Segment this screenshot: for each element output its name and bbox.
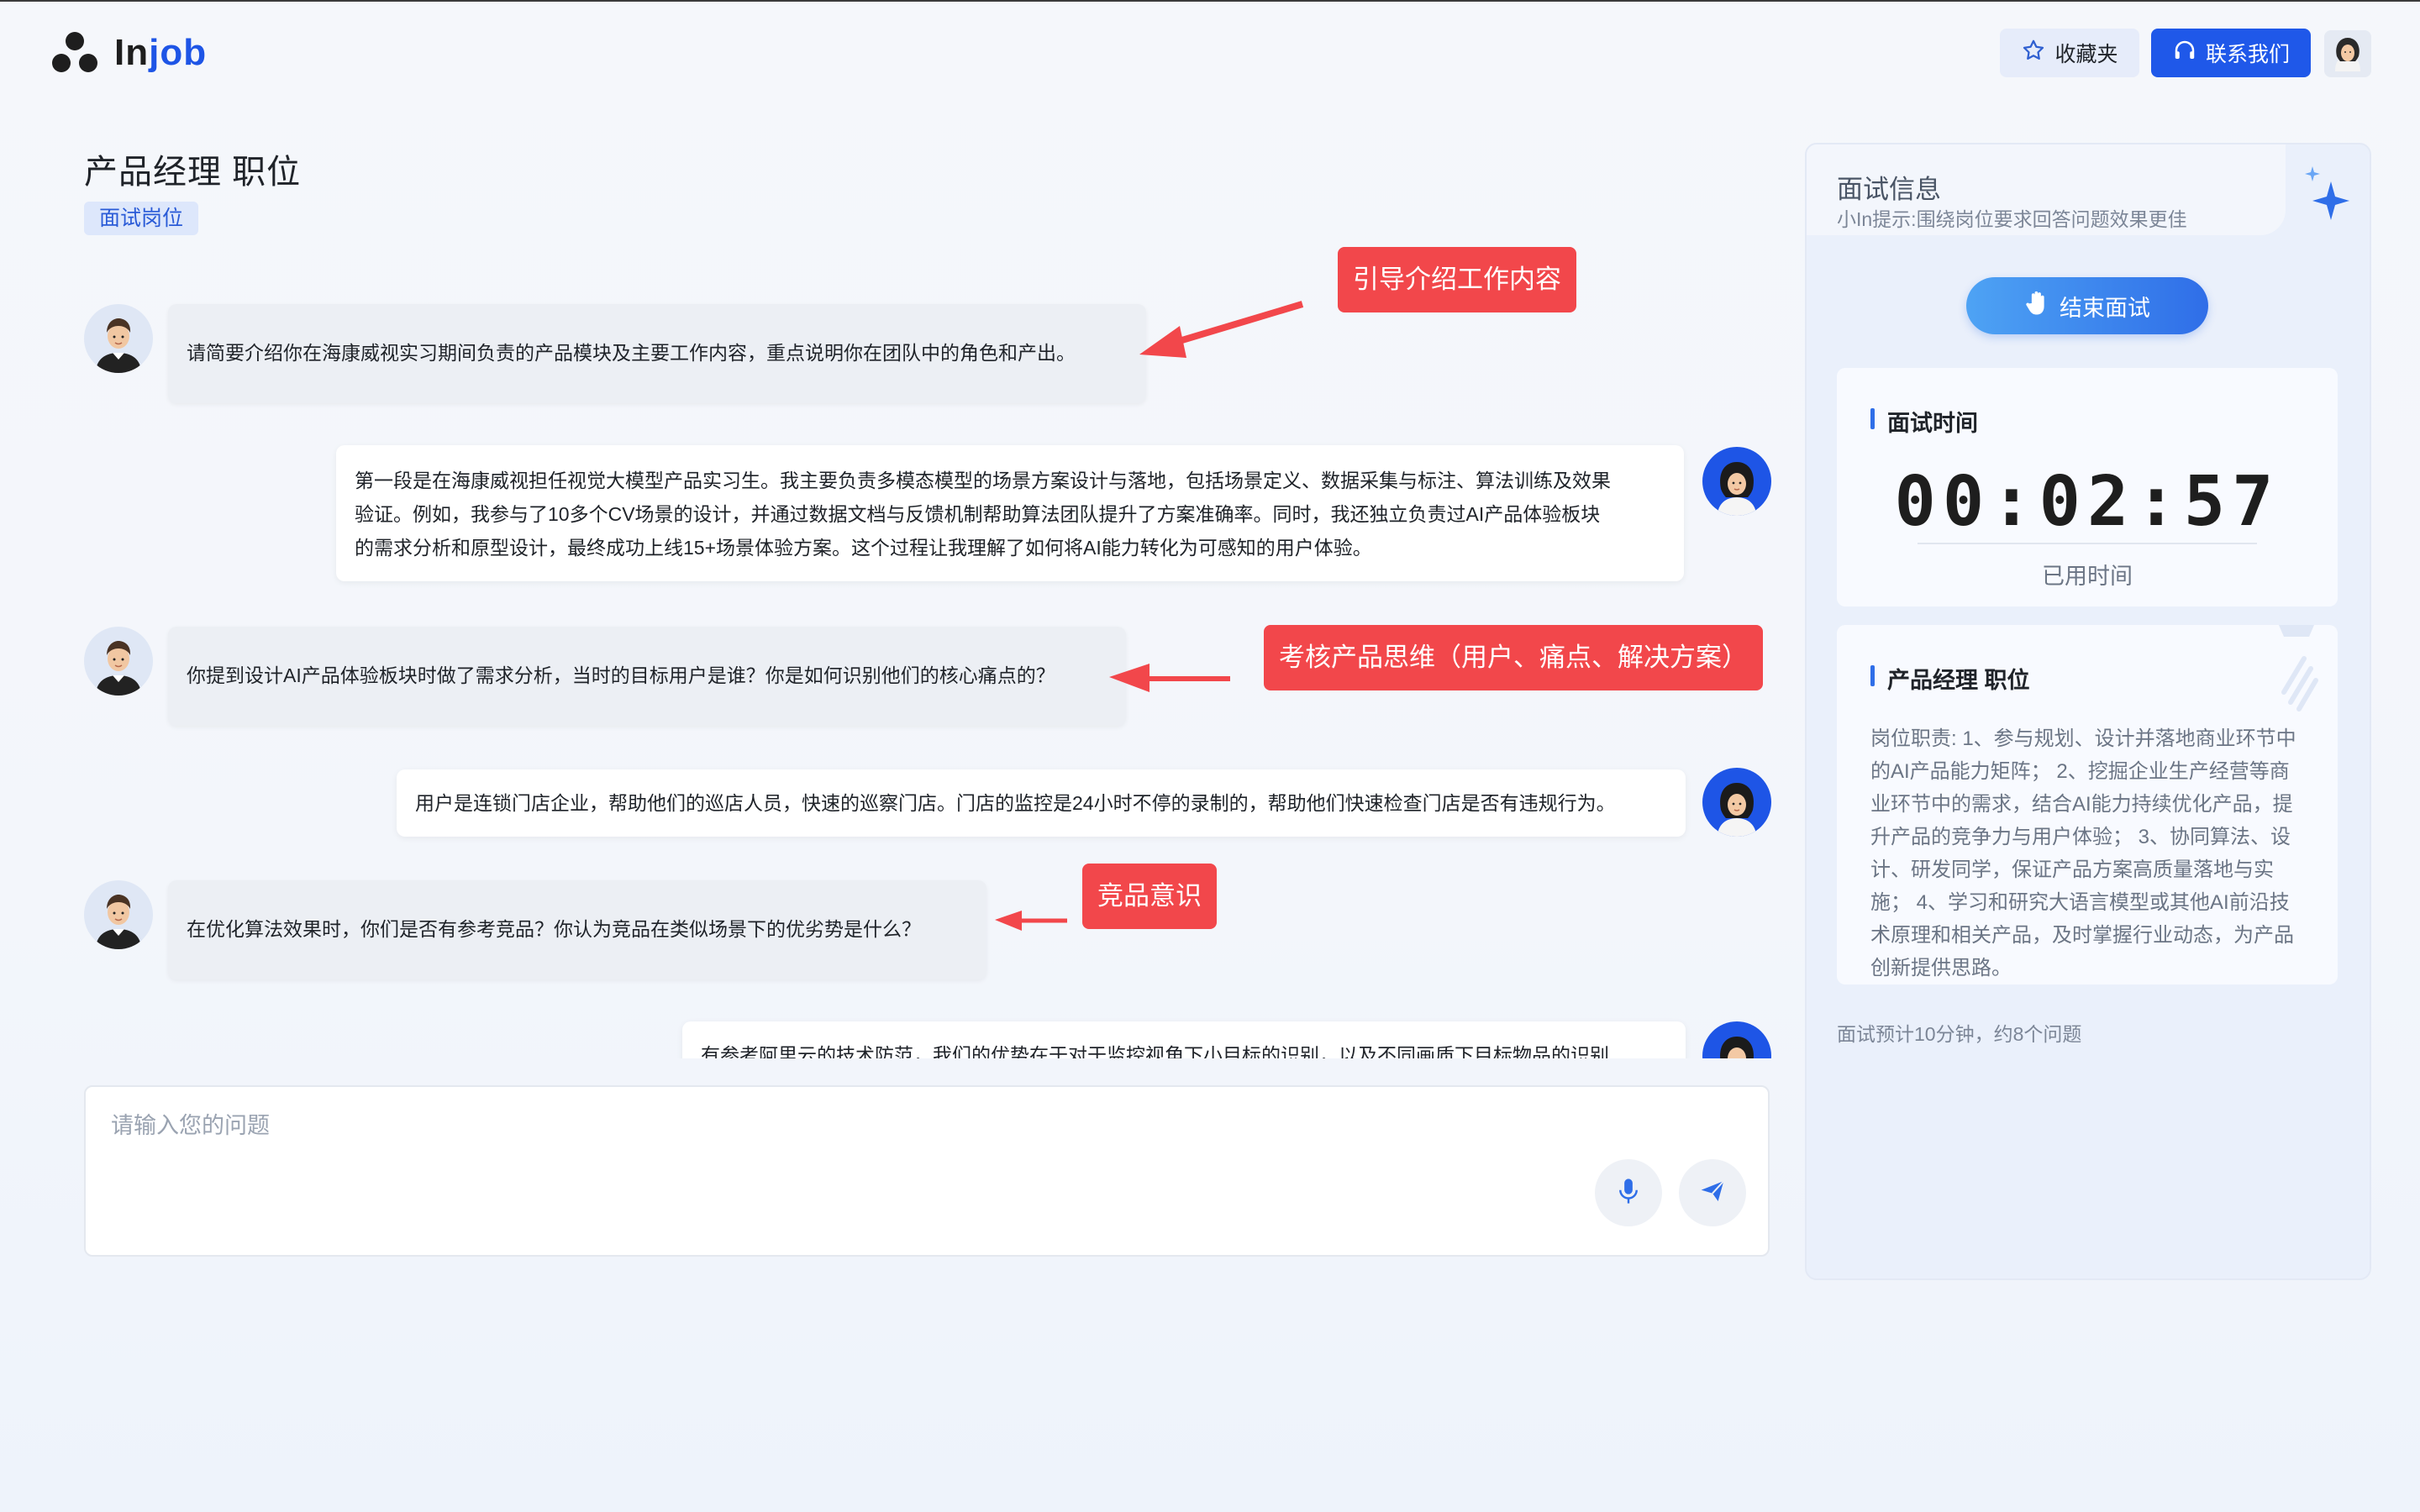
interviewer-message: 在优化算法效果时，你们是否有参考竞品？你认为竞品在类似场景下的优劣势是什么？: [168, 880, 986, 979]
contact-us-button[interactable]: 联系我们: [2151, 29, 2311, 77]
interviewer-avatar: [84, 627, 153, 696]
top-border: [0, 0, 2420, 2]
candidate-avatar: [1702, 1021, 1771, 1058]
question-input[interactable]: 请输入您的问题: [84, 1085, 1770, 1257]
interviewer-message: 请简要介绍你在海康威视实习期间负责的产品模块及主要工作内容，重点说明你在团队中的…: [168, 304, 1146, 403]
favorites-button[interactable]: 收藏夹: [2000, 29, 2139, 77]
send-icon: [1699, 1178, 1726, 1209]
sparkle-icon: [2302, 166, 2353, 226]
annotation-arrow: [1109, 664, 1230, 692]
interviewer-avatar: [84, 880, 153, 949]
mic-icon: [1616, 1177, 1641, 1210]
end-interview-label: 结束面试: [2060, 295, 2150, 321]
logo-text-job: job: [149, 32, 208, 73]
annotation-arrow: [1139, 301, 1304, 358]
interviewer-avatar: [84, 304, 153, 373]
panel-hint: 小In提示:围绕岗位要求回答问题效果更佳: [1837, 208, 2187, 230]
annotation-label: 竞品意识: [1082, 864, 1217, 929]
position-tag: 面试岗位: [84, 202, 199, 235]
user-avatar[interactable]: [2324, 30, 2371, 77]
logo-text-in: In: [114, 32, 150, 73]
favorites-label: 收藏夹: [2054, 43, 2118, 66]
candidate-message: 有参考阿里云的技术防范，我们的优势在于对于监控视角下小目标的识别，以及不同画质下…: [682, 1021, 1686, 1058]
annotation-arrow: [995, 911, 1067, 931]
logo-text: Injob: [114, 32, 207, 74]
hand-icon: [2024, 290, 2049, 323]
contact-us-label: 联系我们: [2205, 43, 2290, 66]
panel-header: 面试信息 小In提示:围绕岗位要求回答问题效果更佳: [1807, 144, 2286, 235]
logo-mark-icon: [52, 32, 97, 74]
candidate-message: 用户是连锁门店企业，帮助他们的巡店人员，快速的巡察门店。门店的监控是24小时不停…: [397, 769, 1686, 837]
star-icon: [2021, 38, 2046, 69]
timer-divider: [1918, 543, 2257, 544]
job-responsibilities: 岗位职责: 1、参与规划、设计并落地商业环节中的AI产品能力矩阵； 2、挖掘企业…: [1870, 727, 2296, 979]
timer-label: 已用时间: [2042, 564, 2133, 589]
annotation-label: 考核产品思维（用户、痛点、解决方案）: [1264, 625, 1763, 690]
voice-input-button[interactable]: [1595, 1159, 1662, 1226]
interviewer-message: 你提到设计AI产品体验板块时做了需求分析，当时的目标用户是谁？你是如何识别他们的…: [168, 627, 1126, 726]
logo[interactable]: Injob: [52, 32, 207, 74]
candidate-message-line: 的需求分析和原型设计，最终成功上线15+场景体验方案。这个过程让我理解了如何将A…: [355, 537, 1372, 559]
job-heading: 产品经理 职位: [1870, 662, 2030, 695]
page-title: 产品经理 职位: [84, 154, 302, 191]
send-button[interactable]: [1679, 1159, 1746, 1226]
end-interview-button[interactable]: 结束面试: [1966, 277, 2208, 334]
candidate-message-line: 第一段是在海康威视担任视觉大模型产品实习生。我主要负责多模态模型的场景方案设计与…: [355, 470, 1611, 491]
elapsed-timer: 00:02:57: [1894, 462, 2281, 542]
candidate-message: 第一段是在海康威视担任视觉大模型产品实习生。我主要负责多模态模型的场景方案设计与…: [336, 445, 1684, 581]
time-heading: 面试时间: [1870, 405, 1978, 438]
badge-ribbon-icon: [2267, 625, 2326, 730]
candidate-message-line: 验证。例如，我参与了10多个CV场景的设计，并通过数据文档与反馈机制帮助算法团队…: [355, 503, 1601, 525]
job-description-card: 产品经理 职位 岗位职责: 1、参与规划、设计并落地商业环节中的AI产品能力矩阵…: [1837, 625, 2338, 984]
interview-estimate: 面试预计10分钟，约8个问题: [1837, 1023, 2082, 1045]
annotation-label: 引导介绍工作内容: [1338, 247, 1576, 312]
interview-info-panel: 面试信息 小In提示:围绕岗位要求回答问题效果更佳 结束面试 面试时间 00:0…: [1805, 143, 2371, 1280]
headset-icon: [2172, 38, 2197, 69]
interview-time-card: 面试时间 00:02:57 已用时间: [1837, 368, 2338, 606]
input-placeholder: 请输入您的问题: [111, 1113, 270, 1138]
candidate-avatar: [1702, 447, 1771, 516]
panel-title: 面试信息: [1837, 175, 1941, 204]
candidate-avatar: [1702, 768, 1771, 837]
